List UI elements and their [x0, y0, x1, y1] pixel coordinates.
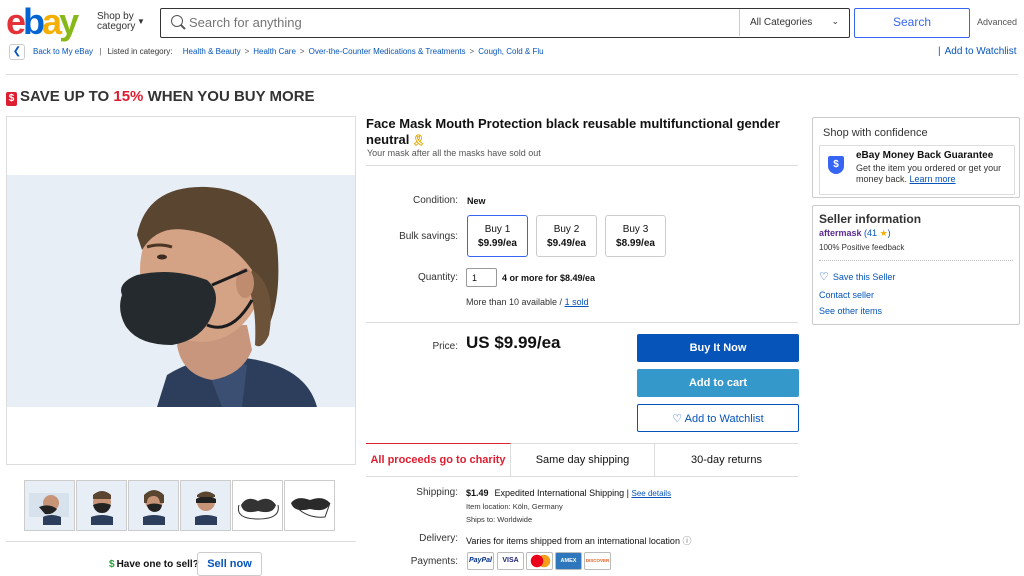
availability: More than 10 available / 1 sold [466, 297, 589, 307]
search-input[interactable]: Search for anything [189, 15, 302, 30]
contact-seller-link[interactable]: Contact seller [819, 290, 874, 300]
feature-charity: All proceeds go to charity [366, 443, 511, 476]
crumb-otc-medications[interactable]: Over-the-Counter Medications & Treatment… [309, 47, 466, 56]
add-to-watchlist-link[interactable]: Add to Watchlist [938, 46, 1017, 57]
item-location: Item location: Köln, Germany [466, 502, 563, 511]
seller-name: aftermask (41 ★) [819, 228, 891, 239]
thumbnail[interactable] [24, 480, 75, 531]
thumbnail[interactable] [76, 480, 127, 531]
search-box[interactable]: Search for anything All Categories ⌄ [160, 8, 850, 38]
crumb-health-care[interactable]: Health Care [253, 47, 296, 56]
shipping-value: $1.49 Expedited International Shipping | … [466, 488, 672, 498]
shield-icon: $ [828, 156, 844, 174]
crumb-health-beauty[interactable]: Health & Beauty [183, 47, 241, 56]
dollar-icon: $ [109, 559, 115, 570]
thumbnail[interactable] [232, 480, 283, 531]
buy-it-now-button[interactable]: Buy It Now [637, 334, 799, 362]
back-arrow-icon[interactable]: ❮ [9, 44, 25, 60]
price-value: US $9.99/ea [466, 333, 561, 352]
learn-more-link[interactable]: Learn more [910, 174, 956, 184]
crumb-cough-cold-flu[interactable]: Cough, Cold & Flu [478, 47, 543, 56]
chevron-down-icon: ⌄ [831, 16, 839, 26]
bulk-option-buy-1[interactable]: Buy 1 $9.99/ea [467, 215, 528, 257]
amex-icon: AMEX [555, 552, 582, 570]
save-seller-link[interactable]: ♡ Save this Seller [819, 270, 895, 283]
divider [6, 74, 1018, 75]
bulk-option-buy-2[interactable]: Buy 2 $9.49/ea [536, 215, 597, 257]
shipping-label: Shipping: [416, 487, 458, 498]
seller-name-link[interactable]: aftermask [819, 228, 862, 238]
category-select[interactable]: All Categories ⌄ [739, 9, 849, 36]
chevron-down-icon: ▼ [137, 17, 145, 26]
thumbnail[interactable] [180, 480, 231, 531]
add-to-watchlist-button[interactable]: ♡ Add to Watchlist [637, 404, 799, 432]
feedback-count-link[interactable]: (41 ★) [864, 228, 891, 238]
feature-shipping: Same day shipping [511, 444, 655, 476]
heart-icon: ♡ [819, 271, 829, 283]
divider [366, 322, 798, 323]
breadcrumb: Back to My eBay | Listed in category: He… [33, 47, 544, 56]
heart-icon: ♡ [672, 413, 683, 425]
have-one-to-sell: $ Have one to sell? [109, 559, 199, 570]
divider [366, 476, 798, 477]
paypal-icon: PayPal [467, 552, 494, 570]
ebay-logo[interactable]: ebay [6, 4, 79, 40]
sell-now-button[interactable]: Sell now [197, 552, 262, 576]
back-to-my-ebay-link[interactable]: Back to My eBay [33, 47, 93, 56]
discover-icon: DISCOVER [584, 552, 611, 570]
seller-information-panel: Seller information aftermask (41 ★) 100%… [812, 205, 1020, 325]
visa-icon: VISA [497, 552, 524, 570]
add-to-cart-button[interactable]: Add to cart [637, 369, 799, 397]
divider [819, 260, 1013, 261]
divider [366, 165, 798, 166]
promo-banner: $ SAVE UP TO 15% WHEN YOU BUY MORE [6, 88, 315, 106]
see-other-items-link[interactable]: See other items [819, 306, 882, 316]
search-button[interactable]: Search [854, 8, 970, 38]
see-details-link[interactable]: See details [631, 489, 671, 498]
shop-by-category[interactable]: Shop by category ▼ [97, 12, 147, 32]
info-icon[interactable]: ⓘ [682, 536, 691, 546]
condition-label: Condition: [412, 195, 458, 206]
price-label: Price: [432, 341, 458, 352]
seller-title: Seller information [819, 212, 922, 226]
main-image-panel[interactable] [6, 116, 356, 465]
money-back-guarantee: $ eBay Money Back Guarantee Get the item… [819, 145, 1015, 195]
payments-label: Payments: [410, 556, 458, 567]
quantity-offer: 4 or more for $8.49/ea [502, 273, 596, 283]
thumbnail[interactable] [284, 480, 335, 531]
product-photo[interactable] [7, 175, 355, 407]
delivery-label: Delivery: [419, 533, 458, 544]
mbg-text: Get the item you ordered or get your mon… [856, 163, 1002, 184]
listing-subtitle: Your mask after all the masks have sold … [367, 148, 541, 158]
feature-returns: 30-day returns [691, 454, 762, 466]
star-icon: ★ [879, 228, 888, 238]
mbg-title: eBay Money Back Guarantee [856, 150, 994, 161]
ships-to: Ships to: Worldwide [466, 515, 533, 524]
confidence-title: Shop with confidence [823, 127, 928, 139]
condition-value: New [467, 196, 486, 206]
dollar-tag-icon: $ [6, 92, 17, 106]
delivery-value: Varies for items shipped from an interna… [466, 536, 692, 546]
ribbon-icon: 🎗 [411, 135, 426, 147]
man-wearing-mask-image [7, 175, 355, 407]
divider [6, 541, 356, 542]
quantity-input[interactable]: 1 [466, 268, 497, 287]
advanced-search-link[interactable]: Advanced [977, 17, 1017, 27]
thumbnail[interactable] [128, 480, 179, 531]
bulk-savings-label: Bulk savings: [399, 231, 458, 242]
sold-count-link[interactable]: 1 sold [565, 297, 589, 307]
shop-with-confidence-panel: Shop with confidence $ eBay Money Back G… [812, 117, 1020, 198]
search-icon [171, 15, 183, 27]
positive-feedback: 100% Positive feedback [819, 243, 905, 252]
mastercard-icon: MC [526, 552, 553, 570]
listing-title: Face Mask Mouth Protection black reusabl… [366, 116, 780, 147]
bulk-option-buy-3[interactable]: Buy 3 $8.99/ea [605, 215, 666, 257]
quantity-label: Quantity: [417, 272, 458, 283]
